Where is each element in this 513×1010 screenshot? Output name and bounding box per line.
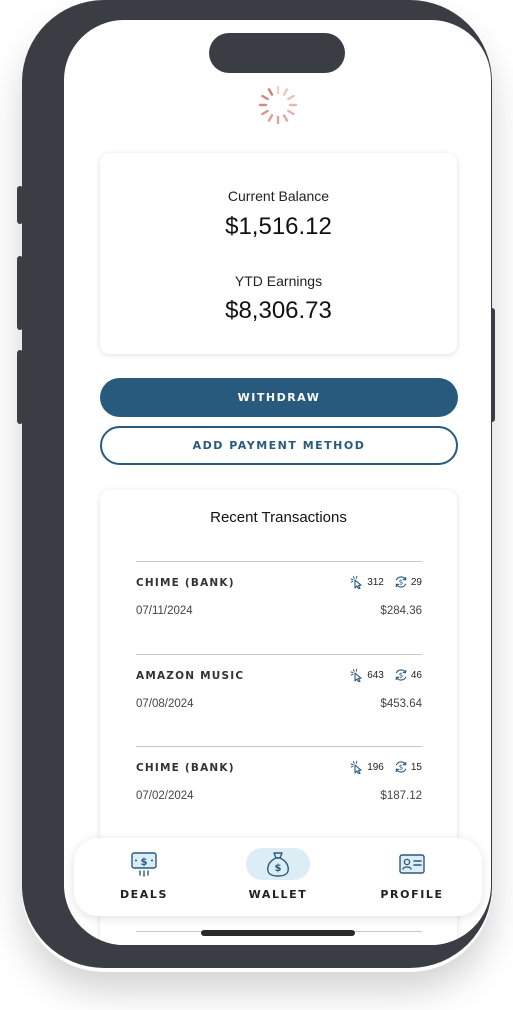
cursor-click-icon — [350, 760, 362, 774]
transaction-date: 07/11/2024 — [136, 605, 193, 617]
app-screen: Current Balance $1,516.12 YTD Earnings $… — [64, 20, 491, 945]
dollar-cycle-icon: $ — [395, 669, 407, 681]
phone-frame: Current Balance $1,516.12 YTD Earnings $… — [22, 0, 492, 968]
nav-icon-container: $ — [112, 848, 176, 880]
transaction-stats: 643 $ 46 — [350, 668, 422, 682]
dollar-cycle-icon: $ — [395, 576, 407, 588]
nav-item-wallet[interactable]: $ WALLET — [228, 838, 328, 916]
loading-spinner-icon — [258, 85, 298, 125]
withdraw-button[interactable]: WITHDRAW — [100, 378, 458, 417]
spinner-tick — [261, 94, 269, 101]
nav-item-profile[interactable]: PROFILE — [362, 838, 462, 916]
conversion-count: 46 — [410, 669, 422, 681]
recent-transactions-title: Recent Transactions — [210, 509, 347, 526]
transaction-date: 07/02/2024 — [136, 790, 194, 802]
transaction-date: 07/08/2024 — [136, 698, 194, 710]
home-indicator — [201, 930, 355, 936]
ytd-earnings-label: YTD Earnings — [234, 273, 323, 289]
spinner-tick — [287, 109, 295, 116]
cursor-click-icon — [350, 575, 362, 589]
nav-label-profile: PROFILE — [380, 888, 444, 901]
cash-icon: $ — [131, 852, 157, 877]
conversion-count: 29 — [410, 576, 422, 588]
ytd-earnings-value: $8,306.73 — [225, 297, 332, 324]
transaction-amount: $284.36 — [380, 605, 422, 617]
spinner-tick — [267, 88, 274, 96]
transaction-name: AMAZON MUSIC — [136, 670, 245, 682]
transaction-amount: $187.12 — [380, 790, 422, 802]
svg-text:$: $ — [275, 863, 282, 874]
transaction-row[interactable]: CHIME (BANK) 196 $ 15 07/02/2024 $187.12 — [136, 746, 422, 836]
svg-text:$: $ — [399, 672, 403, 680]
click-count: 643 — [367, 669, 384, 681]
current-balance-label: Current Balance — [227, 188, 330, 204]
spinner-tick — [261, 109, 269, 116]
transaction-name: CHIME (BANK) — [136, 762, 235, 774]
nav-icon-container — [380, 848, 444, 880]
current-balance-value: $1,516.12 — [225, 213, 332, 240]
transaction-name: CHIME (BANK) — [136, 577, 235, 589]
spinner-tick — [287, 94, 295, 101]
svg-text:$: $ — [399, 764, 403, 772]
nav-label-deals: DEALS — [119, 888, 169, 901]
transaction-stats: 196 $ 15 — [350, 760, 422, 774]
cursor-click-icon — [350, 668, 362, 682]
balance-card: Current Balance $1,516.12 YTD Earnings $… — [100, 153, 457, 354]
spinner-tick — [267, 114, 274, 122]
click-count: 312 — [367, 576, 384, 588]
transaction-amount: $453.64 — [380, 698, 422, 710]
spinner-tick — [282, 114, 289, 122]
add-payment-method-button[interactable]: ADD PAYMENT METHOD — [100, 426, 458, 465]
dollar-cycle-icon: $ — [395, 761, 407, 773]
transaction-row[interactable]: AMAZON MUSIC 643 $ 46 07/08/2024 $453.64 — [136, 654, 422, 744]
svg-text:$: $ — [141, 857, 148, 868]
conversion-count: 15 — [410, 761, 422, 773]
nav-label-wallet: WALLET — [248, 888, 308, 901]
id-card-icon — [399, 854, 425, 874]
dynamic-island — [209, 33, 345, 73]
click-count: 196 — [367, 761, 384, 773]
nav-item-deals[interactable]: $ DEALS — [94, 838, 194, 916]
transaction-stats: 312 $ 29 — [350, 575, 422, 589]
nav-icon-container-active: $ — [246, 848, 310, 880]
spinner-tick — [282, 88, 289, 96]
transaction-row[interactable]: CHIME (BANK) 312 $ 29 07/11/2024 $284.36 — [136, 561, 422, 651]
money-bag-icon: $ — [267, 852, 289, 877]
svg-text:$: $ — [399, 579, 403, 587]
bottom-nav: $ DEALS $ WALLET PROFILE — [74, 838, 482, 916]
